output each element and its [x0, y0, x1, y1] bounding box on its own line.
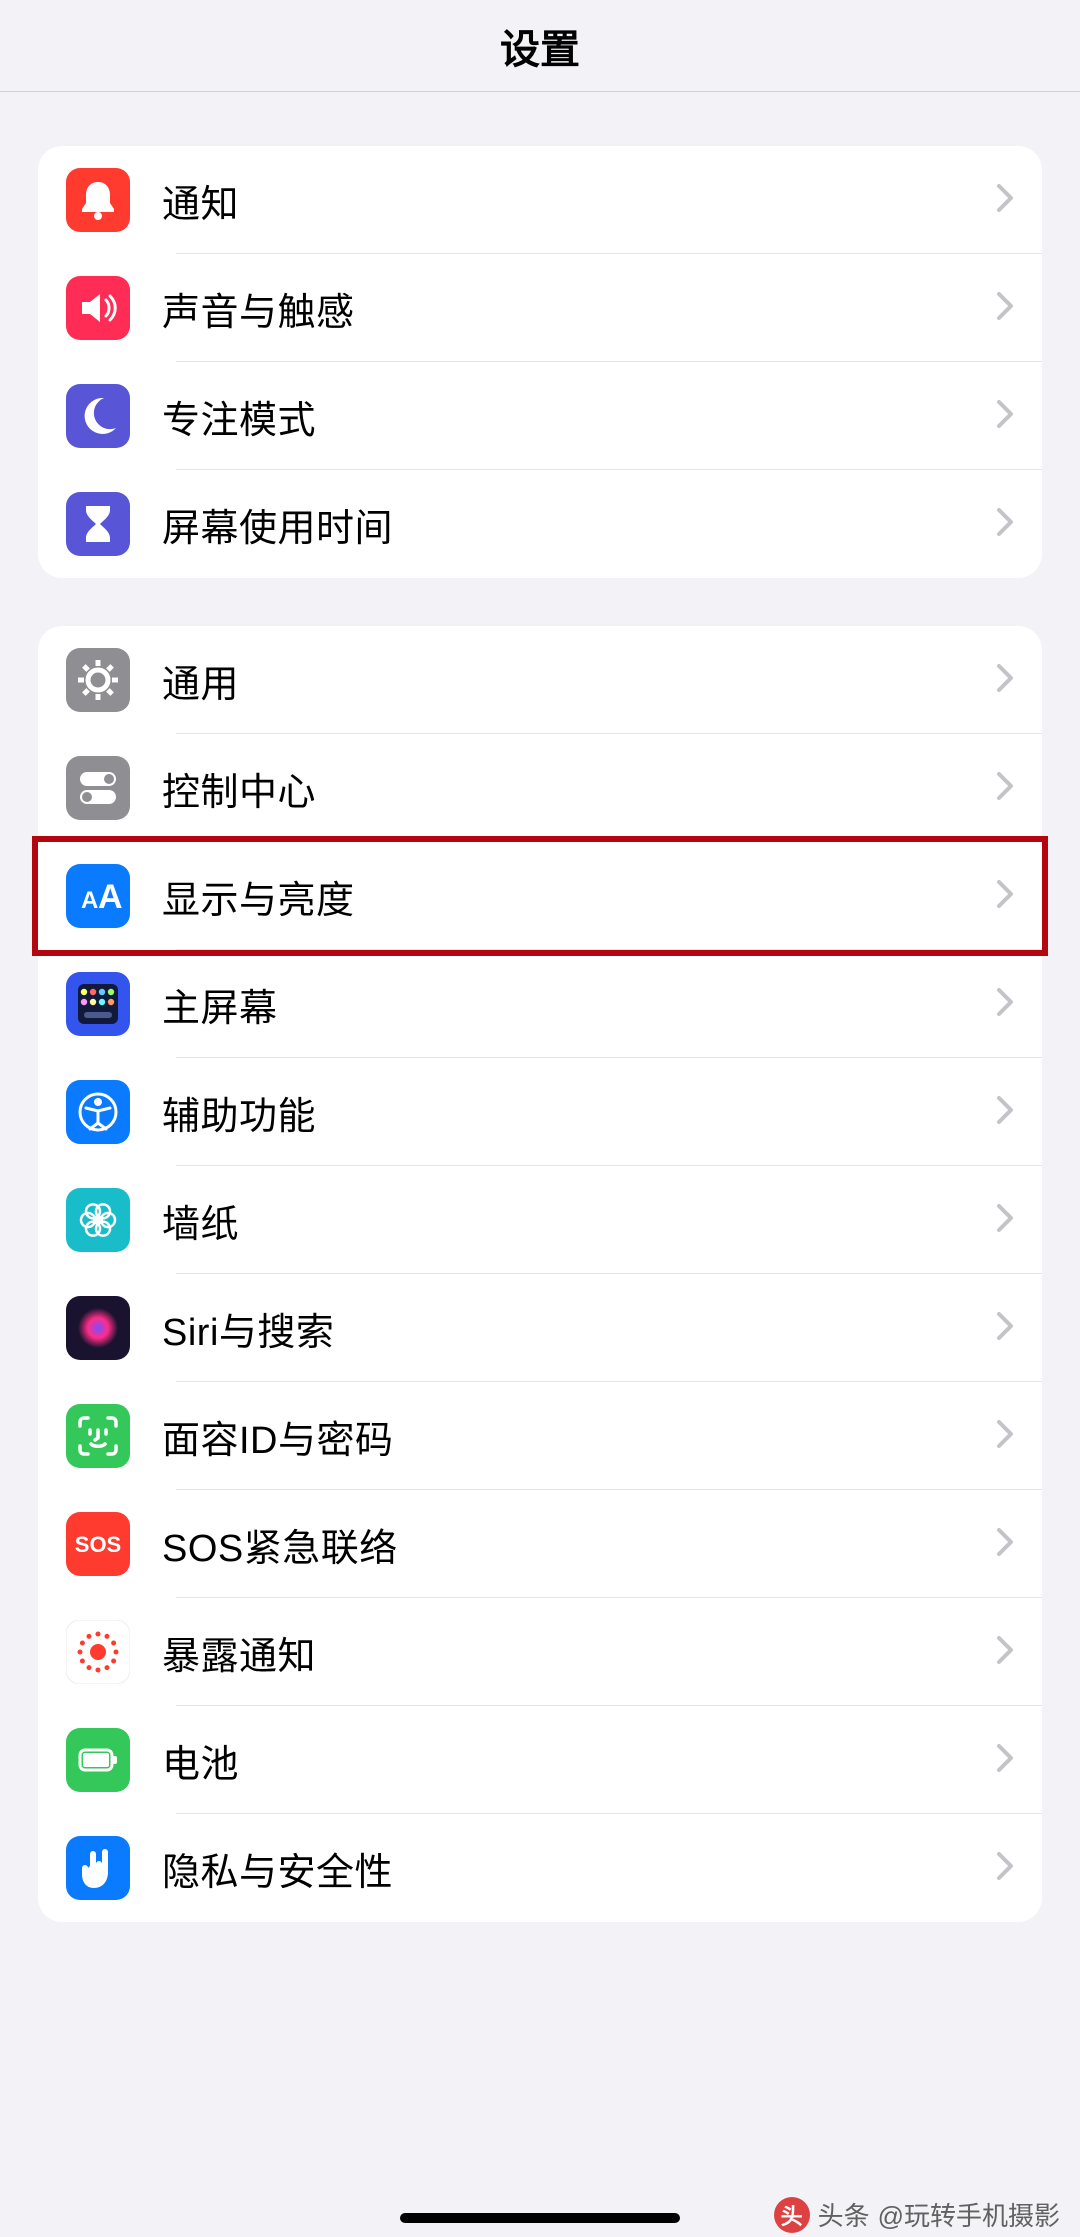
bell-icon	[66, 168, 130, 232]
chevron-right-icon	[996, 771, 1014, 806]
gear-icon	[66, 648, 130, 712]
settings-row-focus[interactable]: 专注模式	[38, 362, 1042, 470]
settings-row-sounds[interactable]: 声音与触感	[38, 254, 1042, 362]
grid-icon	[66, 972, 130, 1036]
face-id-icon	[66, 1404, 130, 1468]
settings-row-label: 屏幕使用时间	[162, 497, 996, 552]
settings-row-label: 辅助功能	[162, 1085, 996, 1140]
settings-row-privacy[interactable]: 隐私与安全性	[38, 1814, 1042, 1922]
accessibility-icon	[66, 1080, 130, 1144]
settings-row-screentime[interactable]: 屏幕使用时间	[38, 470, 1042, 578]
home-indicator[interactable]	[400, 2213, 680, 2223]
settings-row-label: Siri与搜索	[162, 1301, 996, 1356]
battery-icon	[66, 1728, 130, 1792]
settings-row-label: 主屏幕	[162, 977, 996, 1032]
settings-row-homescreen[interactable]: 主屏幕	[38, 950, 1042, 1058]
settings-page: 设置 通知声音与触感专注模式屏幕使用时间通用控制中心 AA 显示与亮度主屏幕辅助功能…	[0, 0, 1080, 2237]
chevron-right-icon	[996, 1203, 1014, 1238]
text-size-icon: AA	[66, 864, 130, 928]
settings-row-display[interactable]: AA 显示与亮度	[38, 842, 1042, 950]
chevron-right-icon	[996, 879, 1014, 914]
chevron-right-icon	[996, 987, 1014, 1022]
settings-row-label: 面容ID与密码	[162, 1409, 996, 1464]
settings-row-label: 墙纸	[162, 1193, 996, 1248]
settings-group: 通用控制中心AA显示与亮度主屏幕辅助功能墙纸Siri与搜索面容ID与密码SOSS…	[38, 626, 1042, 1922]
hourglass-icon	[66, 492, 130, 556]
watermark-logo-icon: 头	[774, 2197, 810, 2233]
settings-row-exposure[interactable]: 暴露通知	[38, 1598, 1042, 1706]
svg-text:A: A	[98, 878, 123, 916]
switches-icon	[66, 756, 130, 820]
chevron-right-icon	[996, 663, 1014, 698]
chevron-right-icon	[996, 291, 1014, 326]
settings-row-label: 电池	[162, 1733, 996, 1788]
svg-text:A: A	[81, 887, 98, 914]
settings-row-label: 控制中心	[162, 761, 996, 816]
moon-icon	[66, 384, 130, 448]
chevron-right-icon	[996, 1851, 1014, 1886]
speaker-icon	[66, 276, 130, 340]
siri-icon	[66, 1296, 130, 1360]
watermark-handle: @玩转手机摄影	[878, 2196, 1060, 2233]
settings-group: 通知声音与触感专注模式屏幕使用时间	[38, 146, 1042, 578]
settings-row-sos[interactable]: SOS SOS紧急联络	[38, 1490, 1042, 1598]
settings-row-notifications[interactable]: 通知	[38, 146, 1042, 254]
chevron-right-icon	[996, 1527, 1014, 1562]
chevron-right-icon	[996, 1095, 1014, 1130]
settings-row-siri[interactable]: Siri与搜索	[38, 1274, 1042, 1382]
svg-text:SOS: SOS	[75, 1532, 121, 1557]
settings-row-label: 通用	[162, 653, 996, 708]
settings-row-label: SOS紧急联络	[162, 1517, 996, 1572]
settings-row-label: 隐私与安全性	[162, 1841, 996, 1896]
settings-row-wallpaper[interactable]: 墙纸	[38, 1166, 1042, 1274]
chevron-right-icon	[996, 1635, 1014, 1670]
sos-icon: SOS	[66, 1512, 130, 1576]
settings-row-battery[interactable]: 电池	[38, 1706, 1042, 1814]
chevron-right-icon	[996, 1311, 1014, 1346]
watermark: 头 头条 @玩转手机摄影	[774, 2196, 1060, 2233]
settings-row-label: 显示与亮度	[162, 869, 996, 924]
chevron-right-icon	[996, 399, 1014, 434]
flower-icon	[66, 1188, 130, 1252]
hand-icon	[66, 1836, 130, 1900]
settings-row-label: 专注模式	[162, 389, 996, 444]
settings-row-label: 通知	[162, 173, 996, 228]
settings-row-faceid[interactable]: 面容ID与密码	[38, 1382, 1042, 1490]
settings-row-accessibility[interactable]: 辅助功能	[38, 1058, 1042, 1166]
watermark-prefix: 头条	[818, 2196, 870, 2233]
settings-row-label: 暴露通知	[162, 1625, 996, 1680]
chevron-right-icon	[996, 507, 1014, 542]
settings-row-controlcenter[interactable]: 控制中心	[38, 734, 1042, 842]
settings-row-general[interactable]: 通用	[38, 626, 1042, 734]
page-title: 设置	[500, 17, 580, 75]
navbar: 设置	[0, 0, 1080, 92]
chevron-right-icon	[996, 183, 1014, 218]
chevron-right-icon	[996, 1743, 1014, 1778]
chevron-right-icon	[996, 1419, 1014, 1454]
settings-row-label: 声音与触感	[162, 281, 996, 336]
exposure-icon	[66, 1620, 130, 1684]
